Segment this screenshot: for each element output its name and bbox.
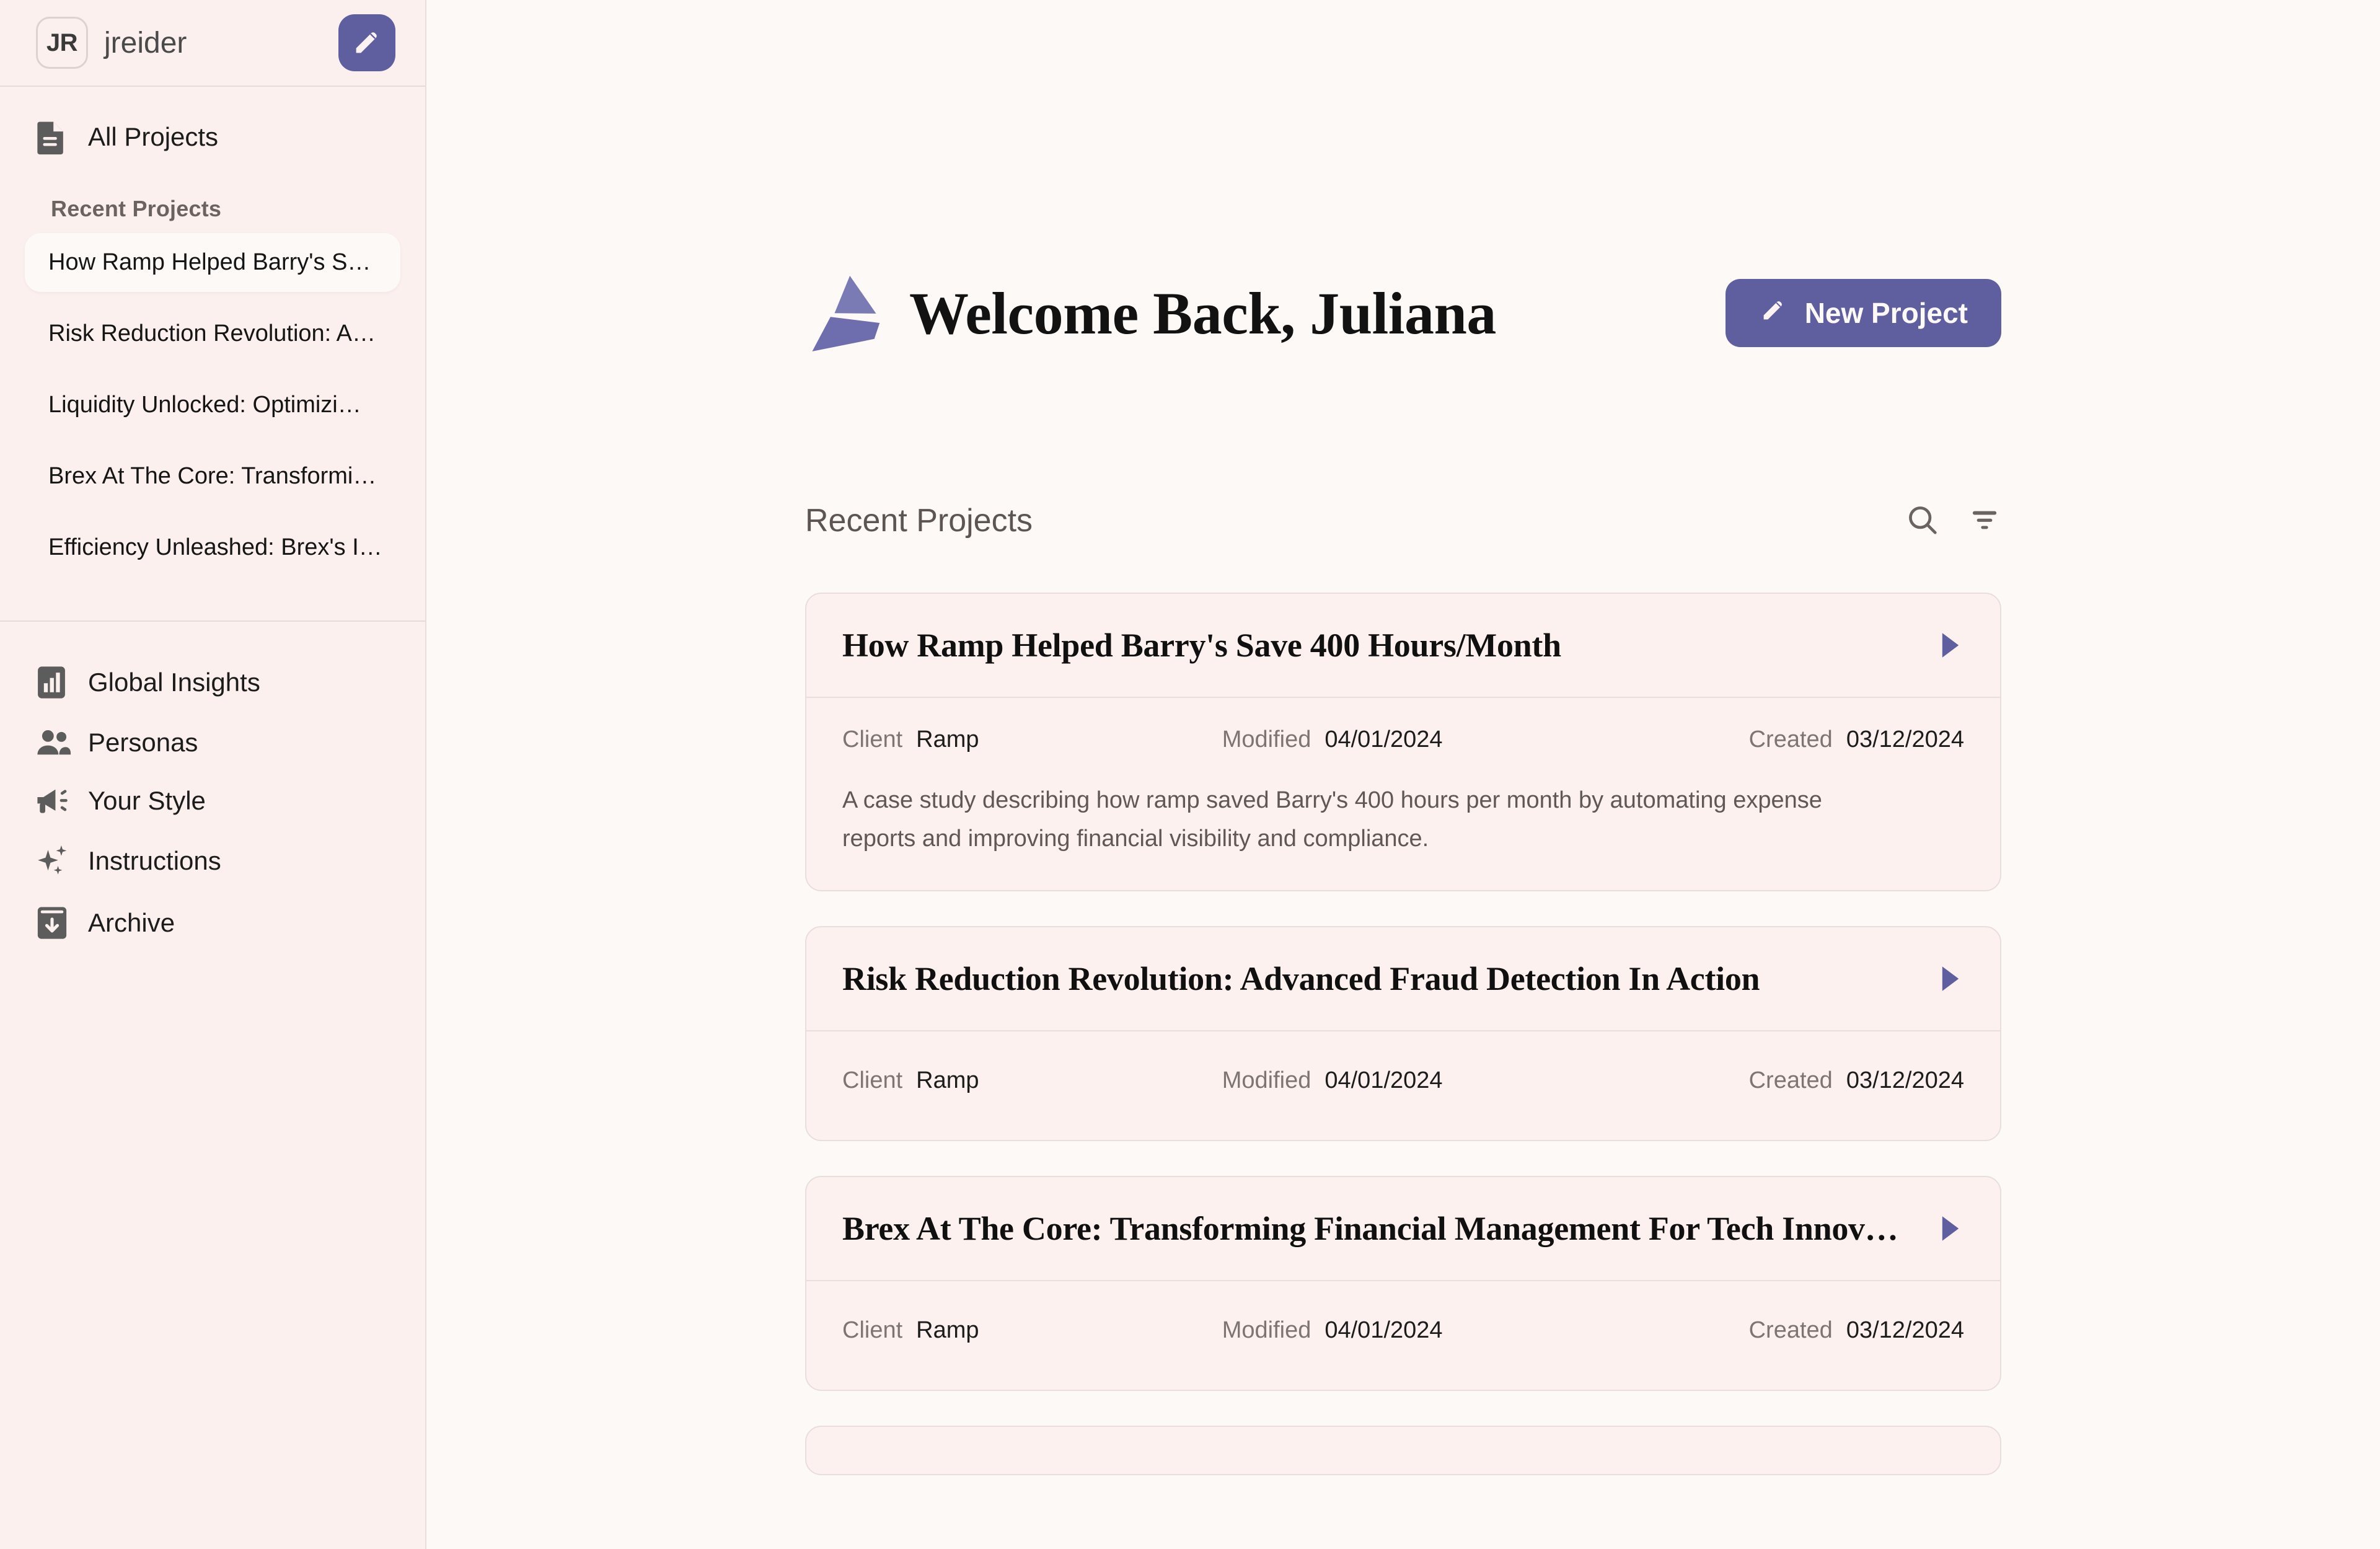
expand-arrow-icon[interactable] [1937,1215,1964,1242]
page-title: Welcome Back, Juliana [909,280,1496,346]
meta-value-client: Ramp [916,1067,979,1094]
meta-client: Client Ramp [842,1317,1222,1344]
edit-profile-button[interactable] [338,14,395,71]
meta-value-created: 03/12/2024 [1846,726,1964,752]
project-card-header[interactable]: How Ramp Helped Barry's Save 400 Hours/M… [806,594,2000,698]
project-meta-row: Client Ramp Modified 04/01/2024 Created … [842,726,1964,753]
megaphone-icon [36,785,74,816]
meta-label-modified: Modified [1222,726,1311,752]
project-card-body: Client Ramp Modified 04/01/2024 Created … [806,1031,2000,1140]
meta-label-client: Client [842,726,903,752]
project-title: Brex At The Core: Transforming Financial… [842,1210,1898,1248]
document-icon [36,119,74,155]
meta-value-created: 03/12/2024 [1846,1317,1964,1344]
archive-icon [36,906,74,940]
meta-label-modified: Modified [1222,1317,1311,1344]
meta-value-client: Ramp [916,1317,979,1344]
sidebar-item-global-insights[interactable]: Global Insights [0,651,425,713]
sidebar-item-label: Instructions [88,846,221,875]
expand-arrow-icon[interactable] [1937,965,1964,992]
new-project-button[interactable]: New Project [1725,279,2001,347]
page-header: Welcome Back, Juliana New Project [805,267,2001,360]
recent-section-header: Recent Projects [805,502,2001,558]
project-card-header[interactable]: Brex At The Core: Transforming Financial… [806,1177,2000,1282]
sidebar-item-all-projects[interactable]: All Projects [0,108,425,166]
sidebar-recent-item[interactable]: Brex At The Core: Transformi… [25,447,400,506]
sidebar-recent-item[interactable]: Liquidity Unlocked: Optimizi… [25,376,400,435]
sparkles-icon [36,844,74,878]
project-title: How Ramp Helped Barry's Save 400 Hours/M… [842,627,1561,664]
recent-projects-heading: Recent Projects [51,196,222,221]
meta-label-client: Client [842,1317,903,1344]
username-label: jreider [104,26,187,60]
meta-modified: Modified 04/01/2024 [1222,1317,1749,1344]
sidebar-item-instructions[interactable]: Instructions [0,830,425,892]
sidebar-recent-item[interactable]: How Ramp Helped Barry's S… [25,233,400,292]
pencil-icon [351,26,383,60]
meta-label-created: Created [1748,1067,1833,1094]
project-title: Risk Reduction Revolution: Advanced Frau… [842,960,1760,998]
meta-modified: Modified 04/01/2024 [1222,1067,1749,1094]
sidebar-item-label: Your Style [88,786,206,815]
sidebar-item-label: Personas [88,728,198,757]
project-card-header[interactable]: Risk Reduction Revolution: Advanced Frau… [806,927,2000,1032]
main-content: Welcome Back, Juliana New Project Recent… [426,0,2380,1549]
project-card: Brex At The Core: Transforming Financial… [805,1176,2001,1392]
sidebar-item-archive[interactable]: Archive [0,892,425,954]
search-icon [1906,503,1939,539]
project-card-body: Client Ramp Modified 04/01/2024 Created … [806,698,2000,890]
expand-arrow-icon[interactable] [1937,632,1964,659]
meta-label-modified: Modified [1222,1067,1311,1094]
meta-value-modified: 04/01/2024 [1324,1067,1443,1094]
people-icon [36,727,74,758]
brand-triangle-logo [805,274,883,352]
sidebar-item-label: All Projects [88,122,219,151]
sidebar-item-label: Global Insights [88,668,260,697]
sidebar-nav-bottom: Global Insights Personas Your Style Inst… [0,622,425,954]
meta-value-created: 03/12/2024 [1846,1067,1964,1094]
project-meta-row: Client Ramp Modified 04/01/2024 Created … [842,1067,1964,1094]
recent-section-actions [1906,503,2001,539]
sidebar-item-your-style[interactable]: Your Style [0,772,425,830]
new-project-label: New Project [1804,297,1968,329]
meta-value-modified: 04/01/2024 [1324,1317,1443,1344]
pencil-icon [1759,296,1787,331]
avatar: JR [36,17,88,69]
sidebar-item-personas[interactable]: Personas [0,713,425,772]
sidebar-recent-item[interactable]: Efficiency Unleashed: Brex's I… [25,518,400,577]
project-description: A case study describing how ramp saved B… [842,787,1822,852]
project-meta-row: Client Ramp Modified 04/01/2024 Created … [842,1317,1964,1344]
meta-label-created: Created [1748,1317,1833,1344]
meta-value-modified: 04/01/2024 [1324,726,1443,752]
filter-icon [1968,503,2001,539]
project-card: How Ramp Helped Barry's Save 400 Hours/M… [805,593,2001,892]
meta-client: Client Ramp [842,1067,1222,1094]
sidebar: JR jreider All Projects Recent Projects … [0,0,426,1549]
sidebar-header: JR jreider [0,0,425,87]
recent-section-title: Recent Projects [805,503,1033,539]
meta-label-client: Client [842,1067,903,1094]
meta-created: Created 03/12/2024 [1749,1067,1964,1094]
sidebar-recent-item[interactable]: Risk Reduction Revolution: A… [25,304,400,363]
project-card-partial [805,1426,2001,1476]
project-card: Risk Reduction Revolution: Advanced Frau… [805,926,2001,1142]
meta-modified: Modified 04/01/2024 [1222,726,1749,753]
meta-created: Created 03/12/2024 [1749,1317,1964,1344]
meta-value-client: Ramp [916,726,979,752]
sidebar-item-label: Archive [88,908,175,937]
filter-button[interactable] [1968,503,2001,539]
bar-chart-icon [36,665,74,700]
project-card-body: Client Ramp Modified 04/01/2024 Created … [806,1281,2000,1390]
search-button[interactable] [1906,503,1939,539]
recent-projects-list: How Ramp Helped Barry's S… Risk Reductio… [0,233,425,589]
meta-created: Created 03/12/2024 [1749,726,1964,753]
meta-client: Client Ramp [842,726,1222,753]
sidebar-nav-top: All Projects [0,87,425,166]
meta-label-created: Created [1748,726,1833,752]
